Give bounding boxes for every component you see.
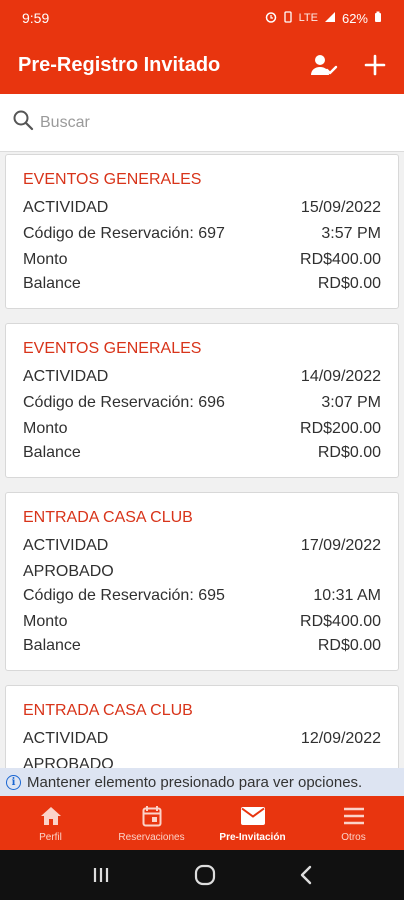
card-title: EVENTOS GENERALES [23, 171, 202, 188]
balance-label: Balance [23, 637, 81, 654]
card-title: EVENTOS GENERALES [23, 340, 202, 357]
nav-item-otros[interactable]: Otros [303, 796, 404, 850]
balance-label: Balance [23, 444, 81, 461]
card-title: ENTRADA CASA CLUB [23, 702, 193, 719]
reservation-time: 3:57 PM [321, 225, 381, 242]
nav-item-perfil[interactable]: Perfil [0, 796, 101, 850]
search-icon [12, 109, 34, 136]
hint-text: Mantener elemento presionado para ver op… [27, 773, 363, 791]
amount-value: RD$400.00 [300, 251, 381, 268]
status-bar: 9:59 LTE 62% [0, 0, 404, 36]
home-icon [40, 803, 62, 829]
reservation-code: Código de Reservación: 697 [23, 225, 225, 242]
nav-item-reservaciones[interactable]: Reservaciones [101, 796, 202, 850]
amount-value: RD$200.00 [300, 420, 381, 437]
nav-item-pre-invitacion[interactable]: Pre-Invitación [202, 796, 303, 850]
reservation-code: Código de Reservación: 696 [23, 394, 225, 411]
status-text: APROBADO [23, 563, 114, 580]
nav-label: Reservaciones [118, 832, 185, 843]
reservation-time: 3:07 PM [321, 394, 381, 411]
search-bar [0, 94, 404, 152]
status-text: APROBADO [23, 756, 114, 768]
system-nav-bar [0, 850, 404, 900]
reservation-date: 15/09/2022 [300, 199, 381, 216]
battery-icon [374, 11, 382, 26]
reservation-time: 10:31 AM [313, 587, 381, 604]
balance-value: RD$0.00 [317, 637, 381, 654]
reservation-date: 17/09/2022 [300, 537, 381, 554]
reservation-card[interactable]: ENTRADA CASA CLUB ACTIVIDAD 12/09/2022 A… [5, 685, 399, 768]
status-time: 9:59 [22, 10, 50, 26]
reservation-card[interactable]: EVENTOS GENERALES ACTIVIDAD 14/09/2022 C… [5, 323, 399, 478]
balance-value: RD$0.00 [317, 444, 381, 461]
nav-label: Pre-Invitación [219, 832, 286, 843]
home-button-icon[interactable] [194, 864, 216, 886]
user-check-icon[interactable] [310, 53, 338, 77]
activity-label: ACTIVIDAD [23, 199, 109, 216]
back-icon[interactable] [299, 865, 313, 885]
recent-apps-icon[interactable] [91, 866, 111, 884]
reservation-card[interactable]: ENTRADA CASA CLUB ACTIVIDAD 17/09/2022 A… [5, 492, 399, 671]
calendar-icon [142, 803, 162, 829]
reservation-code: Código de Reservación: 695 [23, 587, 225, 604]
battery-text: 62% [341, 10, 368, 26]
add-icon[interactable] [364, 54, 386, 76]
activity-label: ACTIVIDAD [23, 368, 109, 385]
app-bar: Pre-Registro Invitado [0, 36, 404, 94]
activity-label: ACTIVIDAD [23, 730, 109, 747]
network-type: LTE [298, 12, 318, 24]
card-title: ENTRADA CASA CLUB [23, 509, 193, 526]
status-icons: LTE 62% [265, 11, 382, 26]
alarm-icon [265, 11, 277, 26]
menu-icon [343, 803, 365, 829]
amount-label: Monto [23, 420, 68, 437]
nav-label: Otros [341, 832, 366, 843]
mail-icon [240, 803, 265, 829]
activity-label: ACTIVIDAD [23, 537, 109, 554]
amount-value: RD$400.00 [300, 613, 381, 630]
reservation-date: 12/09/2022 [300, 730, 381, 747]
amount-label: Monto [23, 613, 68, 630]
reservation-date: 14/09/2022 [300, 368, 381, 385]
info-icon: i [6, 774, 21, 790]
amount-label: Monto [23, 251, 68, 268]
page-title: Pre-Registro Invitado [18, 53, 221, 76]
reservation-list: EVENTOS GENERALES ACTIVIDAD 15/09/2022 C… [0, 152, 404, 768]
balance-value: RD$0.00 [317, 275, 381, 292]
signal-icon [324, 11, 336, 26]
search-input[interactable] [40, 113, 370, 132]
vibrate-icon [283, 10, 293, 26]
nav-label: Perfil [39, 832, 62, 843]
bottom-nav: Perfil Reservaciones Pre-Invitación Otro… [0, 796, 404, 850]
balance-label: Balance [23, 275, 81, 292]
reservation-card[interactable]: EVENTOS GENERALES ACTIVIDAD 15/09/2022 C… [5, 154, 399, 309]
hint-bar: i Mantener elemento presionado para ver … [0, 768, 404, 796]
